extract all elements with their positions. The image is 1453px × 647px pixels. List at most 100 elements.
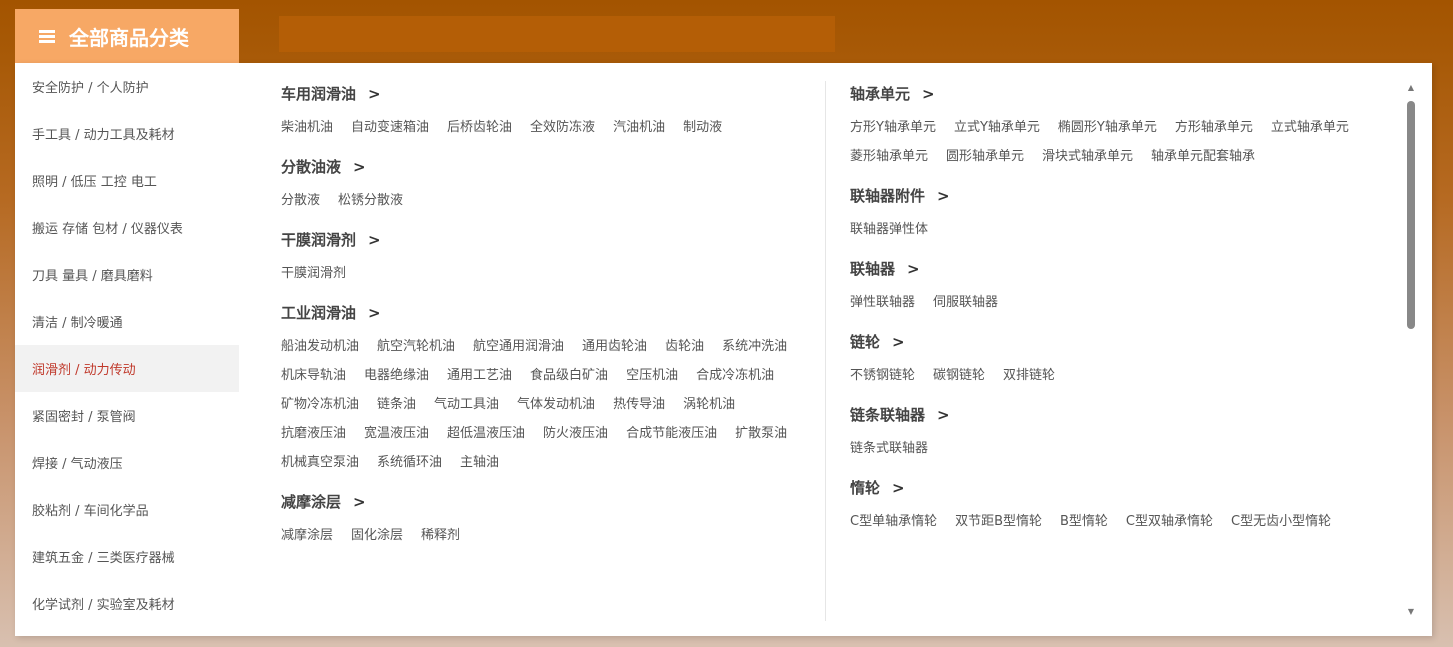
subcategory-link[interactable]: C型双轴承惰轮 — [1126, 507, 1213, 536]
subcategory-title[interactable]: 车用润滑油 > — [281, 83, 821, 105]
subcategory-link[interactable]: B型惰轮 — [1060, 507, 1108, 536]
subcategory-link[interactable]: 固化涂层 — [351, 521, 403, 550]
sidebar-item[interactable]: 刀具 量具 / 磨具磨料 — [15, 251, 239, 298]
scroll-thumb[interactable] — [1407, 101, 1415, 329]
subcategory-group: 减摩涂层 > 减摩涂层 固化涂层 稀释剂 — [281, 491, 821, 550]
subcategory-link[interactable]: 自动变速箱油 — [351, 113, 429, 142]
subcategory-link[interactable]: 伺服联轴器 — [933, 288, 998, 317]
top-nav-bar — [279, 16, 835, 52]
subcategory-link[interactable]: 抗磨液压油 — [281, 419, 346, 448]
subcategory-link[interactable]: 宽温液压油 — [364, 419, 429, 448]
subcategory-link[interactable]: 松锈分散液 — [338, 186, 403, 215]
chevron-right-icon: > — [937, 187, 950, 205]
subcategory-link[interactable]: 涡轮机油 — [683, 390, 735, 419]
subcategory-link[interactable]: 系统冲洗油 — [722, 332, 787, 361]
subcategory-link[interactable]: 机械真空泵油 — [281, 448, 359, 477]
subcategory-link[interactable]: 矿物冷冻机油 — [281, 390, 359, 419]
subcategory-link[interactable]: 弹性联轴器 — [850, 288, 915, 317]
scrollbar[interactable]: ▲ ▼ — [1406, 83, 1416, 616]
chevron-right-icon: > — [937, 406, 950, 424]
subcategory-link[interactable]: 扩散泵油 — [735, 419, 787, 448]
subcategory-link[interactable]: 菱形轴承单元 — [850, 142, 928, 171]
subcategory-title[interactable]: 分散油液 > — [281, 156, 821, 178]
subcategory-group: 联轴器附件 > 联轴器弹性体 — [850, 185, 1390, 244]
subcategory-link[interactable]: 双节距B型惰轮 — [955, 507, 1042, 536]
subcategory-link[interactable]: 立式Y轴承单元 — [954, 113, 1040, 142]
subcategory-title[interactable]: 惰轮 > — [850, 477, 1390, 499]
subcategory-link[interactable]: 气体发动机油 — [517, 390, 595, 419]
subcategory-link[interactable]: 食品级白矿油 — [530, 361, 608, 390]
subcategory-links: 方形Y轴承单元 立式Y轴承单元 椭圆形Y轴承单元 方形轴承单元 立式轴承单元菱形轴承单元… — [850, 113, 1390, 171]
subcategory-link[interactable]: 通用齿轮油 — [582, 332, 647, 361]
subcategory-link[interactable]: 不锈钢链轮 — [850, 361, 915, 390]
subcategory-link[interactable]: 圆形轴承单元 — [946, 142, 1024, 171]
subcategory-link[interactable]: 联轴器弹性体 — [850, 215, 928, 244]
subcategory-link[interactable]: 方形轴承单元 — [1175, 113, 1253, 142]
subcategory-link[interactable]: 全效防冻液 — [530, 113, 595, 142]
subcategory-title-label: 链轮 — [850, 333, 881, 351]
sidebar-item[interactable]: 照明 / 低压 工控 电工 — [15, 157, 239, 204]
subcategory-title-label: 惰轮 — [850, 479, 881, 497]
subcategory-title[interactable]: 轴承单元 > — [850, 83, 1390, 105]
subcategory-link[interactable]: 椭圆形Y轴承单元 — [1058, 113, 1157, 142]
sidebar-item[interactable]: 清洁 / 制冷暖通 — [15, 298, 239, 345]
subcategory-link[interactable]: C型单轴承惰轮 — [850, 507, 937, 536]
subcategory-link[interactable]: 碳钢链轮 — [933, 361, 985, 390]
subcategory-link[interactable]: 轴承单元配套轴承 — [1151, 142, 1255, 171]
all-categories-header[interactable]: 全部商品分类 — [15, 9, 239, 63]
scroll-up-icon[interactable]: ▲ — [1406, 83, 1416, 93]
subcategory-link[interactable]: 后桥齿轮油 — [447, 113, 512, 142]
subcategory-link[interactable]: 合成节能液压油 — [626, 419, 717, 448]
subcategory-title[interactable]: 联轴器 > — [850, 258, 1390, 280]
subcategory-link[interactable]: 航空通用润滑油 — [473, 332, 564, 361]
subcategory-link[interactable]: 主轴油 — [460, 448, 499, 477]
sidebar-item[interactable]: 化学试剂 / 实验室及耗材 — [15, 580, 239, 627]
subcategory-title[interactable]: 链条联轴器 > — [850, 404, 1390, 426]
subcategory-link[interactable]: 立式轴承单元 — [1271, 113, 1349, 142]
subcategory-title[interactable]: 减摩涂层 > — [281, 491, 821, 513]
subcategory-link[interactable]: 系统循环油 — [377, 448, 442, 477]
subcategory-link[interactable]: 汽油机油 — [613, 113, 665, 142]
subcategory-link[interactable]: 热传导油 — [613, 390, 665, 419]
subcategory-title[interactable]: 链轮 > — [850, 331, 1390, 353]
scroll-down-icon[interactable]: ▼ — [1406, 607, 1416, 617]
sidebar-item[interactable]: 焊接 / 气动液压 — [15, 439, 239, 486]
sidebar-item[interactable]: 安全防护 / 个人防护 — [15, 63, 239, 110]
subcategory-link[interactable]: 链条式联轴器 — [850, 434, 928, 463]
sidebar-item[interactable]: 润滑剂 / 动力传动 — [15, 345, 239, 392]
subcategory-group: 分散油液 > 分散液 松锈分散液 — [281, 156, 821, 215]
subcategory-links: 链条式联轴器 — [850, 434, 1390, 463]
subcategory-link[interactable]: 超低温液压油 — [447, 419, 525, 448]
subcategory-link[interactable]: 船油发动机油 — [281, 332, 359, 361]
subcategory-title[interactable]: 工业润滑油 > — [281, 302, 821, 324]
subcategory-link[interactable]: 柴油机油 — [281, 113, 333, 142]
subcategory-link[interactable]: 方形Y轴承单元 — [850, 113, 936, 142]
subcategory-link[interactable]: C型无齿小型惰轮 — [1231, 507, 1331, 536]
subcategory-link[interactable]: 干膜润滑剂 — [281, 259, 346, 288]
subcategory-link[interactable]: 链条油 — [377, 390, 416, 419]
subcategory-link[interactable]: 稀释剂 — [421, 521, 460, 550]
subcategory-link[interactable]: 减摩涂层 — [281, 521, 333, 550]
subcategory-link[interactable]: 制动液 — [683, 113, 722, 142]
sidebar-item[interactable]: 手工具 / 动力工具及耗材 — [15, 110, 239, 157]
subcategory-link[interactable]: 滑块式轴承单元 — [1042, 142, 1133, 171]
subcategory-link[interactable]: 双排链轮 — [1003, 361, 1055, 390]
subcategory-link[interactable]: 电器绝缘油 — [364, 361, 429, 390]
sidebar-item[interactable]: 紧固密封 / 泵管阀 — [15, 392, 239, 439]
subcategory-link[interactable]: 通用工艺油 — [447, 361, 512, 390]
subcategory-title-label: 车用润滑油 — [281, 85, 357, 103]
subcategory-link[interactable]: 机床导轨油 — [281, 361, 346, 390]
subcategory-title[interactable]: 联轴器附件 > — [850, 185, 1390, 207]
subcategory-link[interactable]: 防火液压油 — [543, 419, 608, 448]
subcategory-link[interactable]: 分散液 — [281, 186, 320, 215]
sidebar-item[interactable]: 建筑五金 / 三类医疗器械 — [15, 533, 239, 580]
subcategory-link[interactable]: 齿轮油 — [665, 332, 704, 361]
subcategory-link[interactable]: 航空汽轮机油 — [377, 332, 455, 361]
sidebar-item[interactable]: 搬运 存储 包材 / 仪器仪表 — [15, 204, 239, 251]
sidebar-item[interactable]: 胶粘剂 / 车间化学品 — [15, 486, 239, 533]
subcategory-group: 链轮 > 不锈钢链轮 碳钢链轮 双排链轮 — [850, 331, 1390, 390]
subcategory-link[interactable]: 合成冷冻机油 — [696, 361, 774, 390]
subcategory-link[interactable]: 空压机油 — [626, 361, 678, 390]
subcategory-title[interactable]: 干膜润滑剂 > — [281, 229, 821, 251]
subcategory-link[interactable]: 气动工具油 — [434, 390, 499, 419]
